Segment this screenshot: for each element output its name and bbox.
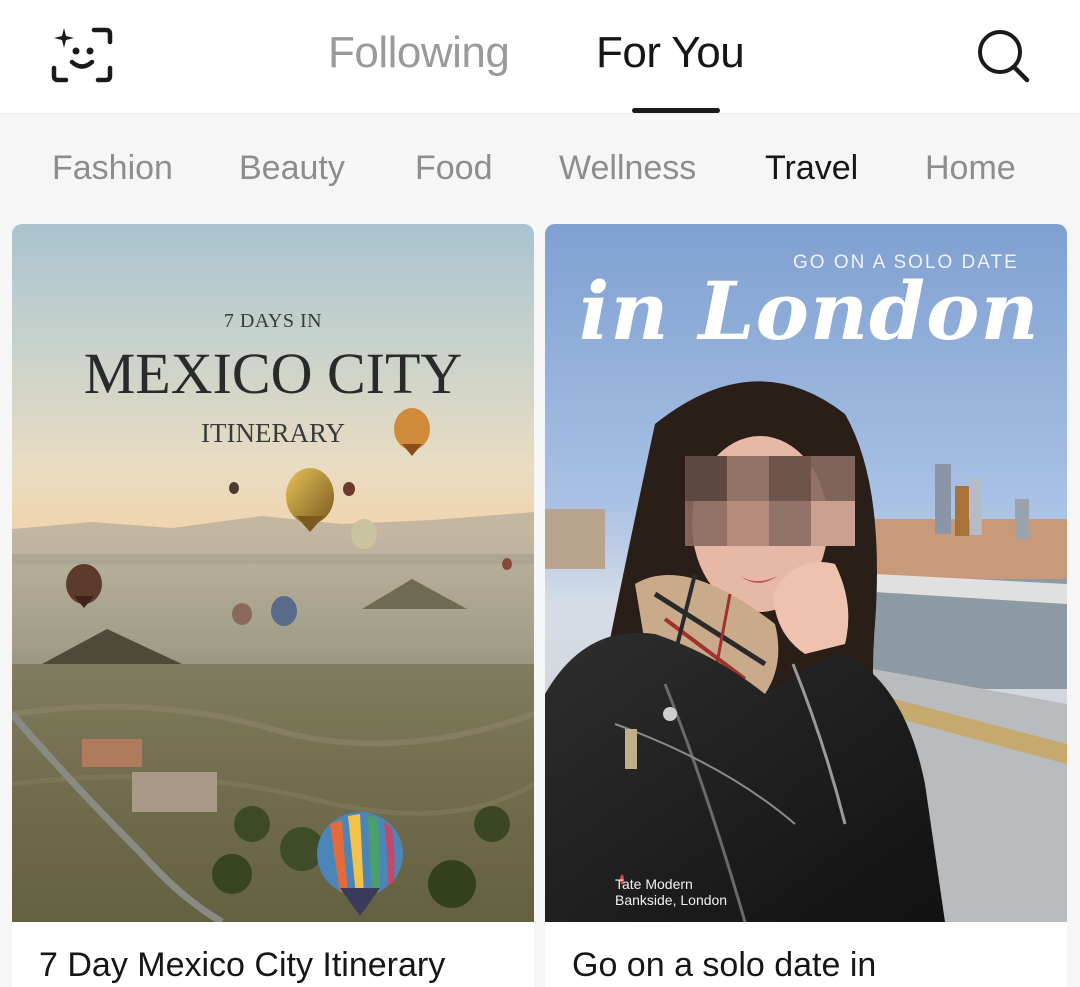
cover-kicker-text: 7 DAYS IN: [223, 310, 323, 332]
search-icon[interactable]: [972, 26, 1034, 84]
category-food[interactable]: Food: [415, 149, 493, 188]
feed-card-london[interactable]: GO ON A SOLO DATE in London Tate Modern …: [545, 224, 1067, 987]
category-home[interactable]: Home: [925, 149, 1016, 188]
card-cover-image: GO ON A SOLO DATE in London Tate Modern …: [545, 224, 1067, 922]
feed-grid: 7 DAYS IN MEXICO CITY ITINERARY 7 Day Me…: [0, 224, 1080, 987]
category-beauty[interactable]: Beauty: [239, 149, 345, 188]
top-navigation-bar: Following For You: [0, 0, 1080, 114]
category-fashion[interactable]: Fashion: [52, 149, 173, 188]
category-travel[interactable]: Travel: [765, 149, 858, 188]
cover-title-text: MEXICO CITY: [83, 341, 463, 406]
cover-title-text: in London: [579, 264, 1040, 358]
card-title: Go on a solo date in: [572, 946, 877, 984]
feed-card-mexico-city[interactable]: 7 DAYS IN MEXICO CITY ITINERARY 7 Day Me…: [12, 224, 534, 987]
face-scan-sparkle-icon[interactable]: [48, 24, 116, 86]
tab-for-you[interactable]: For You: [596, 28, 745, 78]
cover-location-tag: Tate Modern Bankside, London: [615, 876, 727, 908]
location-line-2: Bankside, London: [615, 892, 728, 908]
location-line-1: Tate Modern: [615, 876, 693, 892]
active-tab-indicator: [632, 108, 720, 113]
category-wellness[interactable]: Wellness: [559, 149, 696, 188]
tab-following[interactable]: Following: [328, 28, 510, 78]
category-tabs: Fashion Beauty Food Wellness Travel Home: [0, 114, 1080, 224]
cover-subtitle-text: ITINERARY: [201, 418, 345, 448]
card-title: 7 Day Mexico City Itinerary: [39, 946, 446, 984]
card-cover-image: 7 DAYS IN MEXICO CITY ITINERARY: [12, 224, 534, 922]
